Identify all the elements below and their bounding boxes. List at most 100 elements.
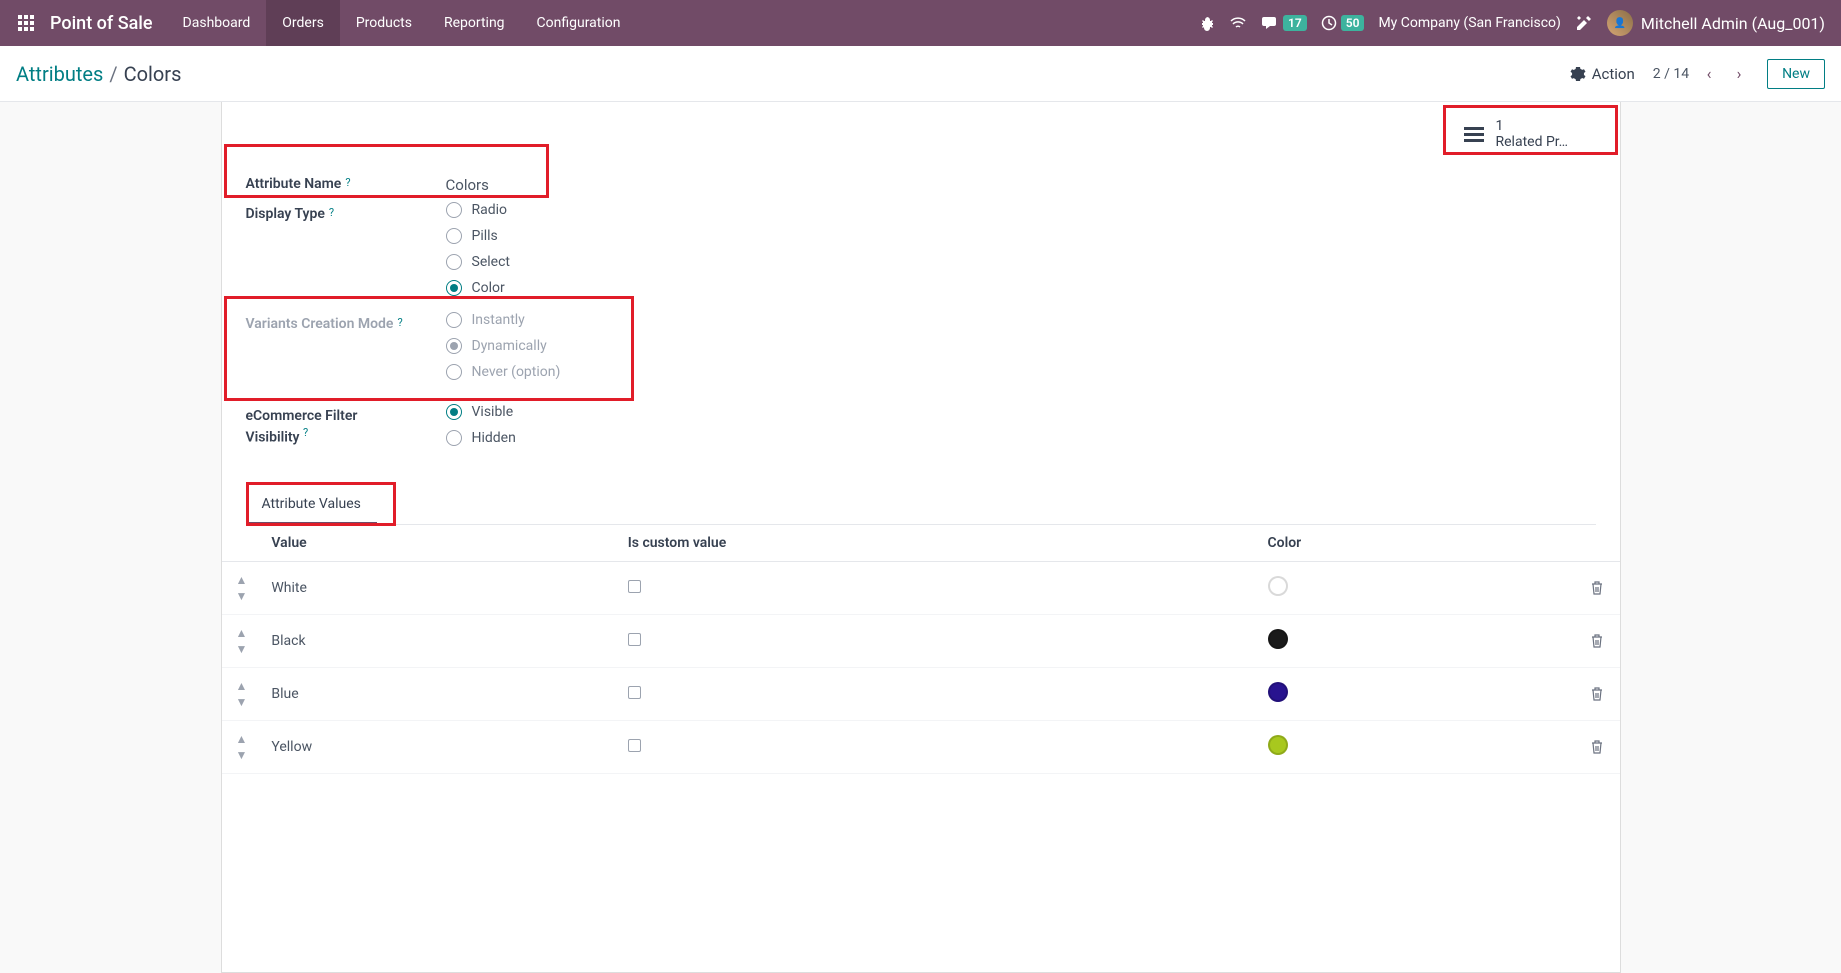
table-row[interactable]: ▲▼ Black — [222, 615, 1620, 668]
cell-value[interactable]: White — [255, 562, 611, 615]
nav-configuration[interactable]: Configuration — [521, 0, 637, 46]
topnav-right: 17 50 My Company (San Francisco) 👤 Mitch… — [1199, 0, 1833, 46]
stat-related-products[interactable]: 1 Related Pr… — [1450, 110, 1620, 158]
checkbox[interactable] — [628, 633, 641, 646]
pager-text[interactable]: 2 / 14 — [1653, 66, 1689, 82]
trash-icon[interactable] — [1590, 633, 1604, 649]
radio-group-ecom: Visible Hidden — [446, 404, 516, 446]
row-variants-mode: Variants Creation Mode? Instantly Dynami… — [246, 312, 1596, 380]
radio-ecom-visible[interactable]: Visible — [446, 404, 516, 420]
action-button[interactable]: Action — [1570, 65, 1635, 83]
radio-display-select[interactable]: Select — [446, 254, 510, 270]
table-row[interactable]: ▲▼ Yellow — [222, 721, 1620, 774]
breadcrumb: Attributes / Colors — [16, 62, 181, 86]
topnav: Point of Sale Dashboard Orders Products … — [0, 0, 1841, 46]
trash-icon[interactable] — [1590, 739, 1604, 755]
pager-prev-icon[interactable]: ‹ — [1699, 64, 1719, 83]
brand-title[interactable]: Point of Sale — [44, 13, 167, 34]
radio-display-color[interactable]: Color — [446, 280, 510, 296]
help-icon[interactable]: ? — [303, 426, 308, 439]
table-row[interactable]: ▲▼ White — [222, 562, 1620, 615]
activity-badge: 50 — [1341, 15, 1365, 31]
cell-color[interactable] — [1252, 562, 1574, 615]
cell-color[interactable] — [1252, 668, 1574, 721]
radio-display-pills[interactable]: Pills — [446, 228, 510, 244]
help-icon[interactable]: ? — [397, 316, 402, 329]
drag-handle-icon[interactable]: ▲▼ — [236, 679, 248, 709]
color-swatch[interactable] — [1268, 735, 1288, 755]
avatar: 👤 — [1607, 10, 1633, 36]
radio-variants-never[interactable]: Never (option) — [446, 364, 561, 380]
color-swatch[interactable] — [1268, 682, 1288, 702]
radio-variants-instantly[interactable]: Instantly — [446, 312, 561, 328]
help-icon[interactable]: ? — [345, 176, 350, 189]
radio-variants-dynamically[interactable]: Dynamically — [446, 338, 561, 354]
wifi-icon[interactable] — [1229, 15, 1247, 31]
table-row[interactable]: ▲▼ Blue — [222, 668, 1620, 721]
value-attribute-name[interactable]: Colors — [446, 172, 489, 194]
nav-products[interactable]: Products — [340, 0, 428, 46]
company-selector[interactable]: My Company (San Francisco) — [1378, 15, 1560, 31]
cell-value[interactable]: Blue — [255, 668, 611, 721]
label-attribute-name: Attribute Name? — [246, 172, 446, 192]
cell-is-custom[interactable] — [612, 615, 1252, 668]
activity-icon[interactable]: 50 — [1321, 15, 1365, 31]
label-display-type: Display Type? — [246, 202, 446, 222]
trash-icon[interactable] — [1590, 580, 1604, 596]
list-icon — [1464, 127, 1484, 142]
breadcrumb-current: Colors — [124, 62, 182, 86]
drag-handle-icon[interactable]: ▲▼ — [236, 626, 248, 656]
nav-dashboard[interactable]: Dashboard — [167, 0, 267, 46]
radio-group-display-type: Radio Pills Select Color — [446, 202, 510, 296]
tabs: Attribute Values — [246, 486, 1596, 525]
trash-icon[interactable] — [1590, 686, 1604, 702]
form-body: Attribute Name? Colors Display Type? Rad… — [222, 102, 1620, 525]
col-value[interactable]: Value — [255, 525, 611, 562]
breadcrumb-parent[interactable]: Attributes — [16, 62, 103, 86]
nav-orders[interactable]: Orders — [266, 0, 340, 46]
radio-ecom-hidden[interactable]: Hidden — [446, 430, 516, 446]
radio-display-radio[interactable]: Radio — [446, 202, 510, 218]
drag-handle-icon[interactable]: ▲▼ — [236, 573, 248, 603]
tools-icon[interactable] — [1575, 14, 1593, 32]
messages-badge: 17 — [1283, 15, 1307, 31]
col-color[interactable]: Color — [1252, 525, 1574, 562]
main-nav: Dashboard Orders Products Reporting Conf… — [167, 0, 637, 46]
gear-icon — [1570, 66, 1586, 82]
checkbox[interactable] — [628, 686, 641, 699]
user-menu[interactable]: 👤 Mitchell Admin (Aug_001) — [1607, 10, 1833, 36]
cell-color[interactable] — [1252, 721, 1574, 774]
messages-icon[interactable]: 17 — [1261, 15, 1307, 31]
radio-group-variants: Instantly Dynamically Never (option) — [446, 312, 561, 380]
cell-value[interactable]: Black — [255, 615, 611, 668]
tab-attribute-values[interactable]: Attribute Values — [246, 486, 377, 524]
pager: 2 / 14 ‹ › — [1653, 64, 1749, 83]
row-attribute-name: Attribute Name? Colors — [246, 172, 1596, 194]
cell-value[interactable]: Yellow — [255, 721, 611, 774]
form-sheet: 1 Related Pr… Attribute Name? Colors Dis… — [221, 102, 1621, 973]
apps-launcher-icon[interactable] — [8, 5, 44, 41]
checkbox[interactable] — [628, 580, 641, 593]
label-ecommerce-visibility: eCommerce Filter Visibility ? — [246, 404, 446, 446]
main-area: 1 Related Pr… Attribute Name? Colors Dis… — [0, 102, 1841, 973]
checkbox[interactable] — [628, 739, 641, 752]
label-variants-mode: Variants Creation Mode? — [246, 312, 446, 332]
user-name: Mitchell Admin (Aug_001) — [1641, 14, 1825, 33]
col-is-custom[interactable]: Is custom value — [612, 525, 1252, 562]
bug-icon[interactable] — [1199, 15, 1215, 31]
color-swatch[interactable] — [1268, 629, 1288, 649]
nav-reporting[interactable]: Reporting — [428, 0, 521, 46]
help-icon[interactable]: ? — [329, 206, 334, 219]
breadcrumb-separator: / — [109, 62, 117, 86]
color-swatch[interactable] — [1268, 576, 1288, 596]
cell-is-custom[interactable] — [612, 668, 1252, 721]
new-button[interactable]: New — [1767, 59, 1825, 89]
cell-is-custom[interactable] — [612, 562, 1252, 615]
control-bar: Attributes / Colors Action 2 / 14 ‹ › Ne… — [0, 46, 1841, 102]
pager-next-icon[interactable]: › — [1729, 64, 1749, 83]
cell-is-custom[interactable] — [612, 721, 1252, 774]
drag-handle-icon[interactable]: ▲▼ — [236, 732, 248, 762]
cell-color[interactable] — [1252, 615, 1574, 668]
row-ecommerce-visibility: eCommerce Filter Visibility ? Visible Hi… — [246, 404, 1596, 446]
control-right: Action 2 / 14 ‹ › New — [1570, 59, 1825, 89]
